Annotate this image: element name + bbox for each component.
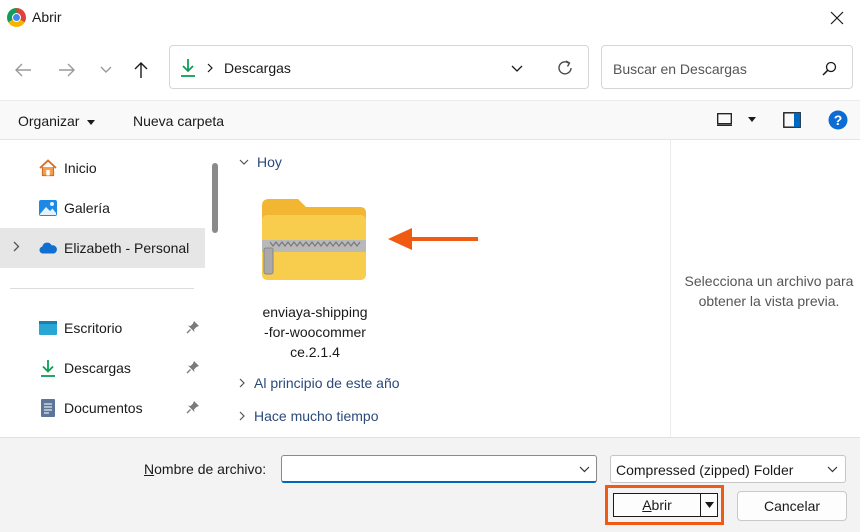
desktop-icon [39, 321, 57, 335]
sidebar-item-label: Galería [64, 200, 110, 216]
download-icon [41, 360, 55, 377]
preview-pane-icon [783, 112, 801, 128]
sidebar-item-label: Documentos [64, 400, 143, 416]
chevron-right-icon [239, 411, 245, 421]
cancel-button[interactable]: Cancelar [737, 491, 847, 521]
search-icon [822, 61, 837, 76]
open-button[interactable]: Abrir [613, 493, 701, 517]
zip-folder-icon [262, 199, 366, 280]
sidebar-item-escritorio[interactable]: Escritorio [0, 308, 205, 348]
sidebar-item-inicio[interactable]: Inicio [0, 148, 205, 188]
caret-down-icon [704, 502, 714, 508]
preview-message: Selecciona un archivo para obtener la vi… [684, 273, 854, 309]
sidebar-item-label: Descargas [64, 360, 131, 376]
caret-down-icon [87, 119, 96, 125]
open-button-highlight: Abrir [605, 485, 724, 525]
group-header-today[interactable]: Hoy [239, 154, 282, 170]
caret-down-icon [747, 117, 756, 122]
refresh-icon[interactable] [556, 59, 574, 77]
chevron-down-icon [100, 66, 112, 73]
command-bar: Organizar Nueva carpeta ? [0, 100, 860, 140]
pin-icon[interactable] [186, 320, 200, 334]
documents-icon [41, 399, 55, 417]
arrow-right-icon [59, 63, 75, 77]
home-icon [39, 159, 57, 177]
onedrive-cloud-icon [39, 242, 57, 254]
sidebar-item-label: Inicio [64, 160, 97, 176]
pin-icon[interactable] [186, 400, 200, 414]
open-options-button[interactable] [701, 493, 718, 517]
pin-icon[interactable] [186, 360, 200, 374]
group-header-label: Hoy [257, 154, 282, 170]
new-folder-button[interactable]: Nueva carpeta [133, 113, 224, 129]
window-title: Abrir [32, 9, 62, 25]
address-dropdown-icon[interactable] [511, 65, 523, 73]
sidebar-item-documentos[interactable]: Documentos [0, 388, 205, 428]
sidebar-item-galeria[interactable]: Galería [0, 188, 205, 228]
file-item-zip[interactable]: enviaya-shipping -for-woocommer ce.2.1.4 [252, 188, 382, 364]
preview-pane: Selecciona un archivo para obtener la vi… [670, 140, 860, 437]
chevron-down-icon [239, 159, 249, 165]
breadcrumb-current-folder[interactable]: Descargas [224, 60, 291, 76]
navigation-pane: Inicio Galería Elizabeth - Personal Escr… [0, 140, 226, 437]
chevron-down-icon[interactable] [579, 466, 590, 473]
forward-button[interactable] [53, 56, 81, 84]
gallery-icon [39, 200, 57, 216]
file-list-area: Hoy enviaya-shipping -for-woocommer ce.2… [226, 140, 670, 437]
help-icon: ? [828, 110, 848, 130]
sidebar-divider [10, 288, 194, 289]
up-button[interactable] [127, 56, 155, 84]
view-icon [717, 113, 732, 126]
dialog-footer: Nombre de archivo: Compressed (zipped) F… [0, 437, 860, 532]
organize-label: Organizar [18, 113, 80, 129]
search-input[interactable]: Buscar en Descargas [613, 61, 747, 77]
file-item-name: enviaya-shipping -for-woocommer ce.2.1.4 [262, 304, 368, 360]
highlight-arrow-icon [388, 228, 478, 250]
group-header-long-ago[interactable]: Hace mucho tiempo [239, 408, 379, 424]
back-button[interactable] [9, 56, 37, 84]
filename-combobox[interactable] [281, 455, 597, 483]
sidebar-item-descargas[interactable]: Descargas [0, 348, 205, 388]
group-header-label: Hace mucho tiempo [254, 408, 379, 424]
organize-menu[interactable]: Organizar [18, 113, 96, 129]
sidebar-item-label: Escritorio [64, 320, 123, 336]
address-bar[interactable]: Descargas [169, 45, 589, 89]
new-folder-label: Nueva carpeta [133, 113, 225, 129]
group-header-label: Al principio de este año [254, 375, 400, 391]
title-bar: Abrir [0, 0, 860, 36]
close-icon [830, 11, 844, 25]
chevron-right-icon[interactable] [13, 241, 20, 252]
group-header-start-of-year[interactable]: Al principio de este año [239, 375, 400, 391]
view-options-button[interactable] [717, 113, 756, 129]
svg-text:?: ? [834, 112, 843, 128]
filename-label: Nombre de archivo: [144, 461, 267, 477]
preview-pane-button[interactable] [783, 112, 801, 131]
recent-locations-button[interactable] [92, 56, 120, 84]
chrome-app-icon [7, 8, 26, 27]
sidebar-scrollbar-thumb[interactable] [212, 163, 218, 233]
chevron-down-icon [827, 466, 838, 473]
filetype-value: Compressed (zipped) Folder [616, 462, 794, 478]
chevron-right-icon [239, 378, 245, 388]
arrow-left-icon [15, 63, 31, 77]
download-icon [181, 59, 195, 77]
sidebar-item-onedrive-personal[interactable]: Elizabeth - Personal [0, 228, 205, 268]
breadcrumb-separator-icon [207, 63, 213, 73]
search-box[interactable]: Buscar en Descargas [601, 45, 853, 89]
sidebar-item-label: Elizabeth - Personal [64, 240, 190, 256]
help-button[interactable]: ? [828, 110, 848, 133]
filetype-select[interactable]: Compressed (zipped) Folder [610, 455, 846, 483]
close-button[interactable] [814, 0, 860, 36]
arrow-up-icon [134, 62, 148, 78]
